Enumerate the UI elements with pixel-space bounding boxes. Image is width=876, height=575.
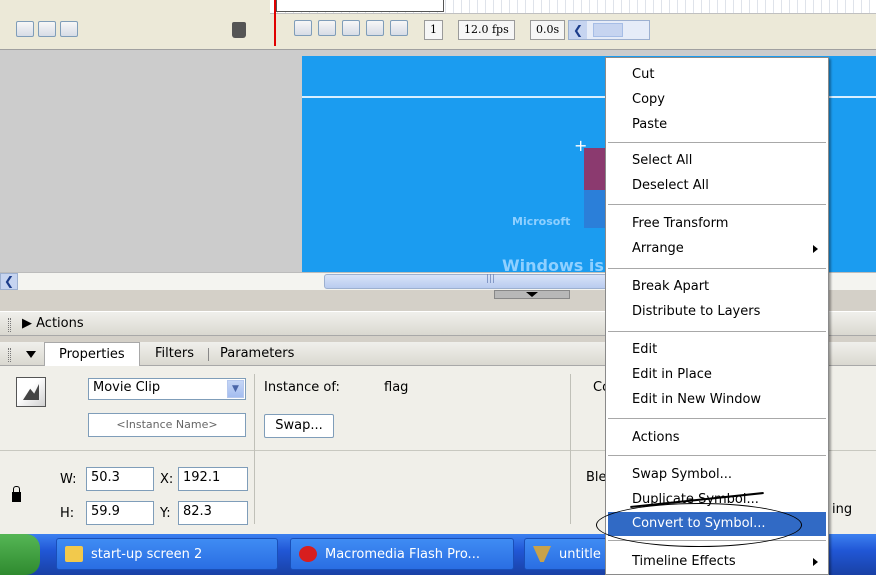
menu-item-arrange[interactable]: Arrange — [632, 240, 684, 258]
tab-separator — [208, 348, 209, 361]
taskbar-item-startup-screen[interactable]: start-up screen 2 — [56, 538, 278, 570]
menu-separator — [608, 418, 826, 419]
chevron-down-icon[interactable]: ▼ — [227, 380, 244, 398]
menu-item-select-all[interactable]: Select All — [632, 152, 692, 170]
timeline-playhead[interactable] — [274, 0, 276, 46]
width-field[interactable]: 50.3 — [86, 467, 154, 491]
instance-of-value: flag — [384, 380, 409, 395]
submenu-arrow-icon — [813, 245, 818, 253]
start-button[interactable] — [0, 534, 40, 575]
submenu-arrow-icon — [813, 558, 818, 566]
highlight-ellipse-annotation — [596, 503, 802, 547]
menu-item-free-transform[interactable]: Free Transform — [632, 215, 728, 233]
scroll-grip-icon: ||| — [486, 274, 496, 284]
taskbar-item-label: untitle — [559, 546, 601, 562]
edit-multiple-frames-icon[interactable] — [366, 20, 384, 36]
menu-item-deselect-all[interactable]: Deselect All — [632, 177, 709, 195]
menu-separator — [608, 455, 826, 456]
menu-separator — [608, 331, 826, 332]
menu-item-edit-in-place[interactable]: Edit in Place — [632, 366, 712, 384]
symbol-type-select[interactable]: Movie Clip ▼ — [88, 378, 246, 400]
flash-icon — [299, 546, 317, 562]
menu-item-timeline-effects[interactable]: Timeline Effects — [632, 553, 736, 571]
menu-separator — [608, 204, 826, 205]
scroll-left-icon[interactable]: ❮ — [0, 273, 18, 290]
onion-skin-icon[interactable] — [318, 20, 336, 36]
instance-name-input[interactable]: <Instance Name> — [88, 413, 246, 437]
insert-layer-folder-icon[interactable] — [60, 21, 78, 37]
tab-properties[interactable]: Properties — [44, 342, 140, 366]
menu-item-actions[interactable]: Actions — [632, 429, 680, 447]
column-divider — [254, 374, 255, 524]
panel-grip-icon[interactable] — [8, 318, 11, 332]
trash-icon[interactable] — [232, 22, 246, 38]
instance-of-label: Instance of: — [264, 380, 340, 395]
onion-skin-buttons — [294, 20, 408, 36]
y-field[interactable]: 82.3 — [178, 501, 248, 525]
movie-clip-icon — [16, 377, 46, 407]
taskbar-item-label: Macromedia Flash Pro... — [325, 546, 480, 562]
swap-button[interactable]: Swap... — [264, 414, 334, 438]
taskbar-item-untitled[interactable]: untitle — [524, 538, 614, 570]
panel-grip-icon[interactable] — [8, 348, 11, 362]
timeline-scrollbar[interactable]: ❮ — [568, 20, 650, 40]
menu-item-swap-symbol[interactable]: Swap Symbol... — [632, 466, 732, 484]
width-label: W: — [60, 472, 77, 487]
microsoft-text: Microsoft — [512, 215, 571, 228]
x-field[interactable]: 192.1 — [178, 467, 248, 491]
menu-item-distribute-to-layers[interactable]: Distribute to Layers — [632, 303, 760, 321]
taskbar-item-flash[interactable]: Macromedia Flash Pro... — [290, 538, 514, 570]
crosshair-icon: + — [574, 136, 588, 155]
expand-triangle-icon: ▶ — [22, 316, 37, 331]
height-field[interactable]: 59.9 — [86, 501, 154, 525]
panel-collapse-handle[interactable] — [494, 290, 570, 299]
menu-item-edit[interactable]: Edit — [632, 341, 657, 359]
center-frame-icon[interactable] — [294, 20, 312, 36]
y-label: Y: — [160, 506, 171, 521]
lock-icon[interactable] — [12, 486, 21, 502]
taskbar-item-label: start-up screen 2 — [91, 546, 203, 562]
current-frame: 1 — [424, 20, 443, 40]
menu-separator — [608, 142, 826, 143]
tab-filters[interactable]: Filters — [155, 346, 194, 361]
column-divider — [570, 374, 571, 524]
timeline-layer-frame — [276, 0, 444, 12]
folder-icon — [65, 546, 83, 562]
x-label: X: — [160, 472, 174, 487]
menu-item-edit-in-new-window[interactable]: Edit in New Window — [632, 391, 761, 409]
menu-item-copy[interactable]: Copy — [632, 91, 665, 109]
onion-skin-outlines-icon[interactable] — [342, 20, 360, 36]
modify-onion-markers-icon[interactable] — [390, 20, 408, 36]
elapsed-time: 0.0s — [530, 20, 566, 40]
collapse-triangle-icon[interactable] — [26, 351, 36, 358]
insert-layer-icon[interactable] — [16, 21, 34, 37]
timeline-scroll-thumb[interactable] — [593, 23, 623, 37]
add-motion-guide-icon[interactable] — [38, 21, 56, 37]
menu-item-cut[interactable]: Cut — [632, 66, 654, 84]
scroll-left-icon[interactable]: ❮ — [569, 21, 587, 39]
caching-label: ing — [832, 502, 853, 517]
blend-label: Ble — [586, 470, 607, 485]
menu-item-paste[interactable]: Paste — [632, 116, 667, 134]
actions-panel-title: ▶ Actions — [22, 316, 84, 331]
menu-item-break-apart[interactable]: Break Apart — [632, 278, 709, 296]
height-label: H: — [60, 506, 75, 521]
tab-parameters[interactable]: Parameters — [220, 346, 294, 361]
timeline: 1 12.0 fps 0.0s ❮ — [0, 0, 876, 50]
application-icon — [533, 546, 551, 562]
frame-rate[interactable]: 12.0 fps — [458, 20, 515, 40]
menu-separator — [608, 268, 826, 269]
layer-buttons — [16, 21, 78, 37]
